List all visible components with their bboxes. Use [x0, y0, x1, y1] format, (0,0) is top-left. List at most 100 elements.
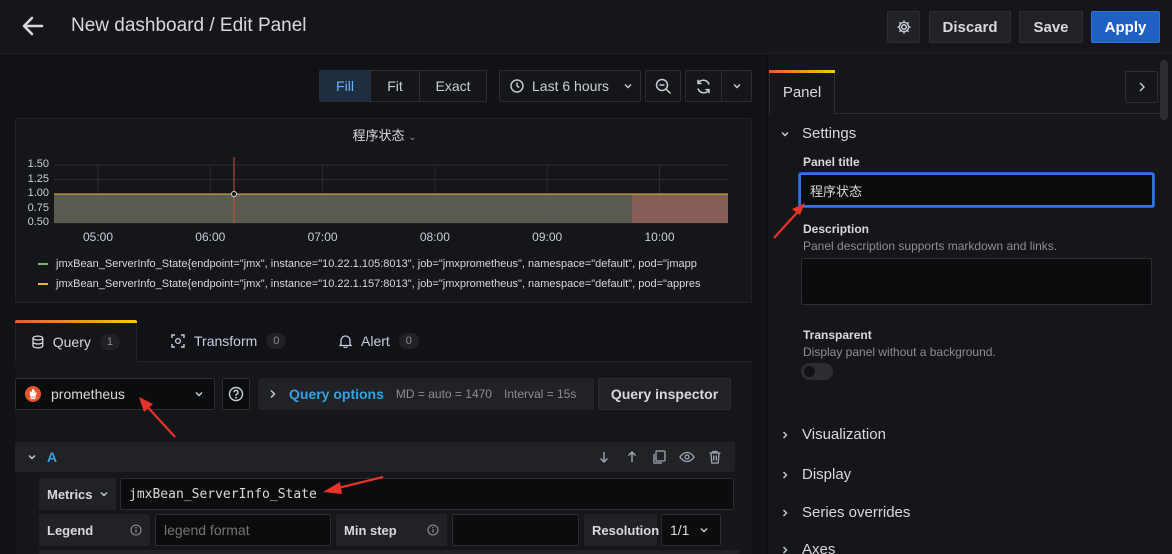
x-tick-label: 07:00: [307, 230, 338, 244]
resolution-select[interactable]: 1/1: [661, 514, 721, 546]
metrics-dropdown[interactable]: Metrics: [39, 478, 116, 510]
exact-button[interactable]: Exact: [419, 70, 487, 102]
eye-icon[interactable]: [679, 449, 695, 465]
legend-format-input[interactable]: [155, 514, 331, 546]
move-up-icon[interactable]: [624, 449, 640, 465]
query-options-md: MD = auto = 1470: [395, 387, 492, 401]
metrics-label: Metrics: [47, 486, 93, 502]
legend-label: jmxBean_ServerInfo_State{endpoint="jmx",…: [56, 258, 697, 270]
discard-button[interactable]: Discard: [929, 11, 1011, 43]
section-axes[interactable]: Axes: [780, 541, 835, 554]
section-display[interactable]: Display: [780, 466, 851, 483]
chevron-down-icon: [195, 392, 203, 397]
query-inspector-button[interactable]: Query inspector: [598, 378, 731, 410]
fit-button[interactable]: Fit: [370, 70, 420, 102]
tab-alert[interactable]: Alert 0: [323, 320, 435, 362]
chevron-down-icon: [624, 84, 632, 89]
duplicate-icon[interactable]: [651, 449, 667, 465]
time-range-picker[interactable]: Last 6 hours: [499, 70, 641, 102]
tab-alert-label: Alert: [361, 333, 390, 349]
tab-underline: [834, 113, 1160, 114]
question-circle-icon: [228, 386, 244, 402]
legend-item[interactable]: jmxBean_ServerInfo_State{endpoint="jmx",…: [38, 258, 744, 270]
x-tick-label: 09:00: [532, 230, 563, 244]
chevron-right-icon: [783, 471, 788, 478]
min-step-label-box: Min step: [336, 514, 447, 546]
panel-title-label: Panel title: [803, 155, 860, 169]
zoom-out-button[interactable]: [645, 70, 681, 102]
refresh-interval-dropdown[interactable]: [721, 70, 752, 102]
y-tick-label: 0.75: [27, 201, 49, 214]
section-display-label: Display: [802, 466, 852, 483]
section-axes-label: Axes: [802, 541, 836, 554]
page-title: New dashboard / Edit Panel: [71, 15, 307, 36]
legend-label: jmxBean_ServerInfo_State{endpoint="jmx",…: [56, 278, 701, 290]
move-down-icon[interactable]: [596, 449, 612, 465]
y-tick-label: 1.50: [27, 158, 49, 170]
x-tick-label: 05:00: [82, 230, 114, 244]
next-options-row: [39, 550, 739, 554]
transparent-help: Display panel without a background.: [803, 345, 996, 359]
x-tick-label: 06:00: [195, 230, 226, 244]
query-options-toggle[interactable]: Query options MD = auto = 1470 Interval …: [258, 378, 594, 410]
chevron-right-icon: [270, 390, 276, 398]
save-button[interactable]: Save: [1019, 11, 1083, 43]
clock-icon: [510, 79, 524, 93]
info-circle-icon: [427, 524, 439, 536]
query-options-label: Query options: [289, 386, 384, 402]
metrics-query-input[interactable]: jmxBean_ServerInfo_State: [120, 478, 734, 510]
chevron-down-icon: [100, 492, 108, 497]
time-range-label: Last 6 hours: [532, 78, 610, 94]
tab-query[interactable]: Query 1: [15, 320, 137, 362]
x-tick-label: 08:00: [419, 230, 450, 244]
query-row-header[interactable]: A: [15, 442, 735, 472]
panel-title-input[interactable]: 程序状态: [799, 173, 1154, 207]
description-label: Description: [803, 222, 870, 236]
section-settings-label: Settings: [802, 125, 857, 142]
section-visualization[interactable]: Visualization: [780, 426, 886, 443]
transparent-toggle[interactable]: [801, 363, 833, 380]
tab-alert-count: 0: [398, 333, 419, 349]
tab-transform-count: 0: [266, 333, 287, 349]
section-settings[interactable]: Settings: [780, 125, 856, 142]
scrollbar[interactable]: [1160, 60, 1168, 120]
panel-settings-button[interactable]: [887, 11, 920, 43]
apply-button[interactable]: Apply: [1091, 11, 1160, 43]
legend-swatch: [38, 283, 48, 285]
transform-icon: [171, 334, 185, 348]
chevron-down-icon: [781, 131, 789, 136]
panel-preview: 程序状态 ⌄ 1.50 1.25 1.00 0.75 0.50 05:00 06:00 07…: [15, 118, 752, 303]
tab-transform[interactable]: Transform 0: [155, 320, 302, 362]
section-series-overrides[interactable]: Series overrides: [780, 504, 910, 521]
time-series-graph: [54, 157, 728, 224]
datasource-help-button[interactable]: [222, 378, 250, 410]
panel-preview-title[interactable]: 程序状态 ⌄: [16, 125, 753, 144]
chevron-down-icon: [700, 528, 708, 533]
min-step-input[interactable]: [452, 514, 579, 546]
tab-query-label: Query: [52, 333, 91, 350]
legend-item[interactable]: jmxBean_ServerInfo_State{endpoint="jmx",…: [38, 278, 744, 290]
refresh-button[interactable]: [685, 70, 722, 102]
series-area: [632, 194, 728, 223]
resolution-label: Resolution: [584, 514, 659, 546]
prometheus-logo-icon: [25, 386, 41, 402]
y-tick-label: 1.25: [27, 172, 49, 185]
fill-button[interactable]: Fill: [319, 70, 371, 102]
gear-icon: [897, 20, 910, 34]
database-icon: [32, 334, 44, 349]
tab-transform-label: Transform: [194, 333, 258, 349]
back-arrow-icon[interactable]: [20, 13, 46, 39]
description-textarea[interactable]: [801, 258, 1152, 305]
datasource-picker[interactable]: prometheus: [15, 378, 215, 410]
collapse-options-button[interactable]: [1125, 71, 1158, 103]
legend-label: Legend: [47, 522, 94, 538]
section-series-overrides-label: Series overrides: [802, 504, 911, 521]
zoom-out-icon: [655, 78, 671, 94]
legend-label-box: Legend: [39, 514, 150, 546]
legend-swatch: [38, 263, 48, 265]
trash-icon[interactable]: [707, 449, 723, 465]
y-tick-label: 0.50: [27, 216, 49, 228]
chevron-right-icon: [1139, 82, 1145, 92]
tab-panel[interactable]: Panel: [769, 70, 835, 114]
query-ref-id: A: [47, 449, 58, 465]
